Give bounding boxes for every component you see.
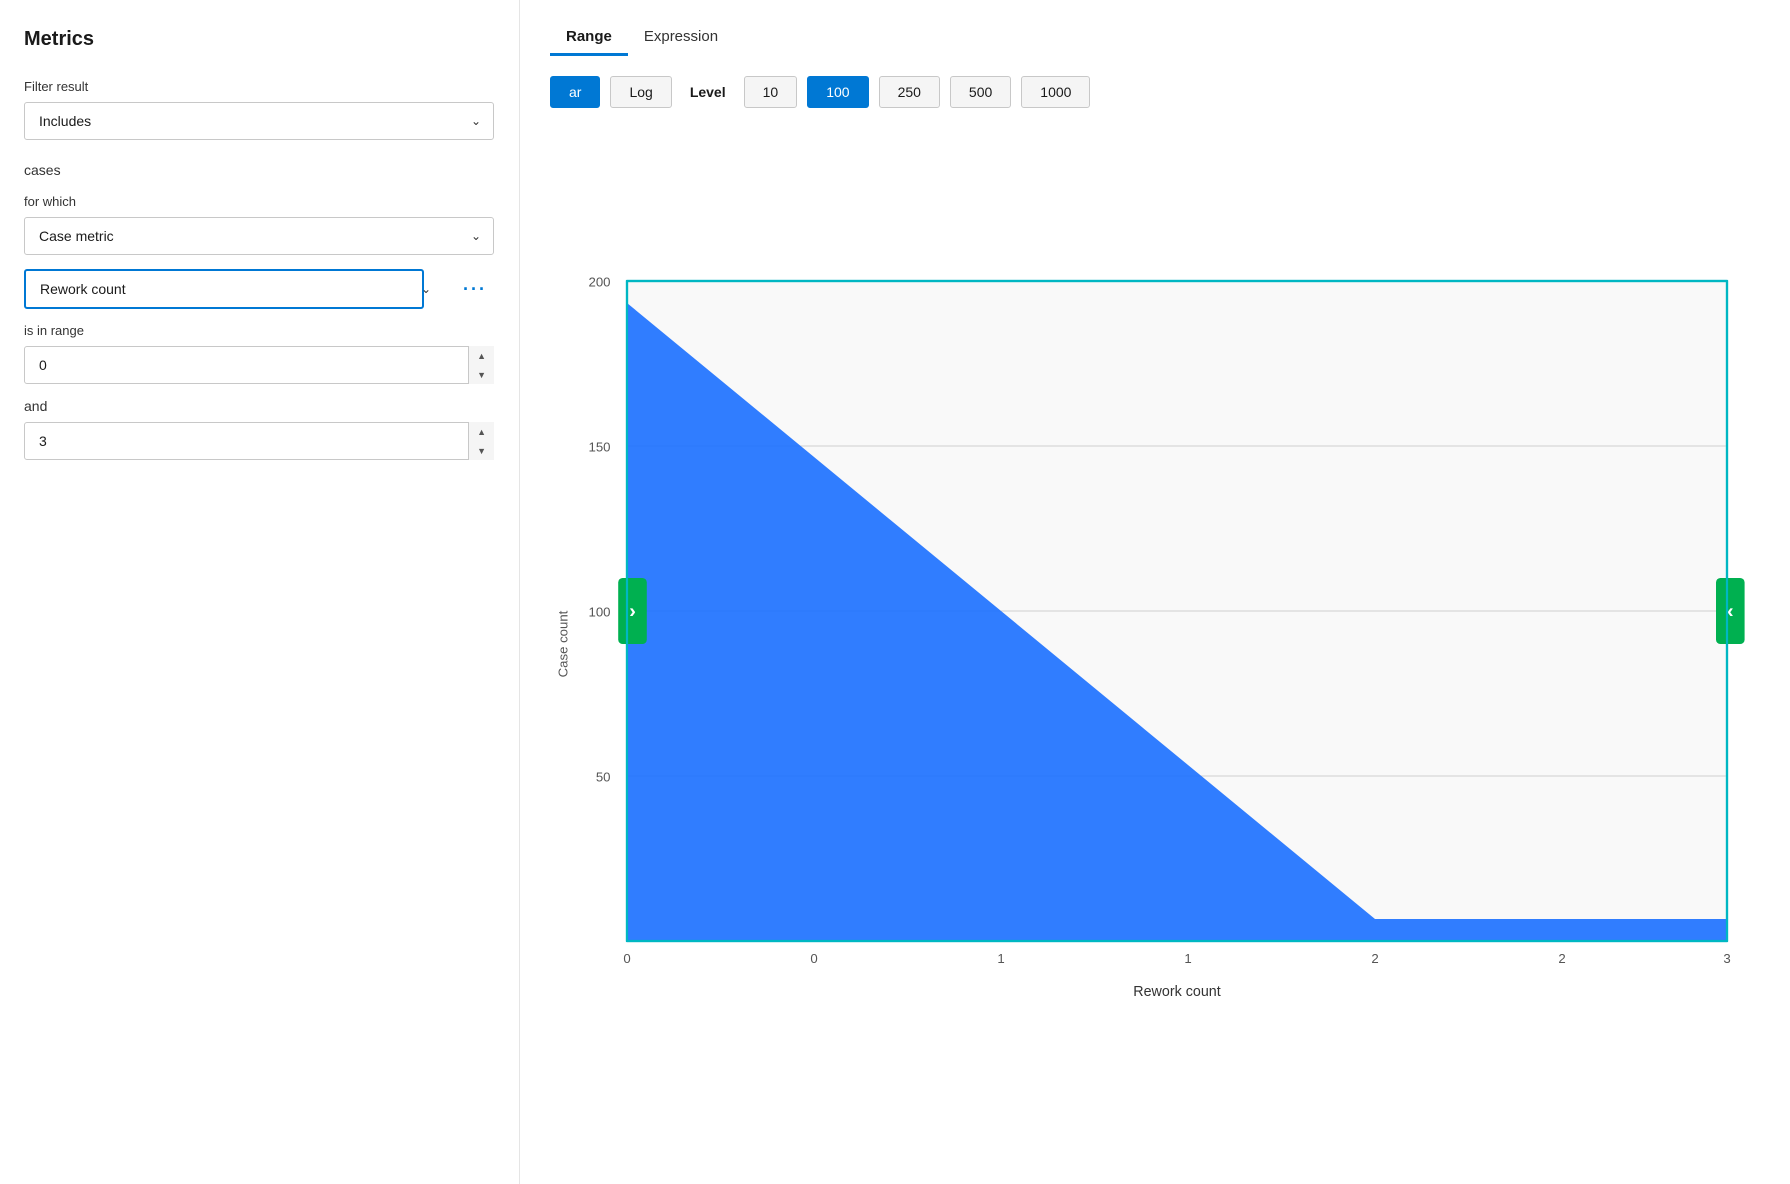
- tab-range[interactable]: Range: [550, 20, 628, 56]
- chart-container: 200 150 100 50 Case count 0 0 1 1 2 2 3 …: [550, 124, 1760, 1164]
- toolbar: ar Log Level 10 100 250 500 1000: [550, 76, 1760, 108]
- left-handle-arrow: ›: [629, 601, 636, 623]
- x-axis-label: Rework count: [1133, 984, 1220, 1000]
- range-min-input[interactable]: [24, 346, 494, 384]
- is-in-range-label: is in range: [24, 323, 495, 338]
- level-label: Level: [690, 84, 726, 100]
- range-min-up-button[interactable]: ▲: [469, 346, 494, 365]
- left-panel: Metrics Filter result Includes ⌄ cases f…: [0, 0, 520, 1184]
- tabs: Range Expression: [550, 20, 1760, 56]
- range-max-up-button[interactable]: ▲: [469, 422, 494, 441]
- range-min-spin-buttons: ▲ ▼: [468, 346, 494, 384]
- case-metric-select[interactable]: Case metric: [24, 217, 494, 255]
- metric-row: Rework count ⌄ ···: [24, 269, 495, 309]
- range-max-spinbox-wrapper: ▲ ▼: [24, 422, 494, 460]
- right-panel: Range Expression ar Log Level 10 100 250…: [520, 0, 1790, 1184]
- level-btn-10[interactable]: 10: [744, 76, 798, 108]
- metric-ellipsis-button[interactable]: ···: [455, 275, 495, 304]
- level-btn-500[interactable]: 500: [950, 76, 1011, 108]
- y-axis-label: Case count: [556, 610, 571, 677]
- y-tick-100: 100: [588, 605, 610, 620]
- chart-svg: 200 150 100 50 Case count 0 0 1 1 2 2 3 …: [550, 124, 1760, 1164]
- cases-text: cases: [24, 162, 495, 178]
- x-tick-1b: 1: [1184, 951, 1191, 966]
- level-btn-1000[interactable]: 1000: [1021, 76, 1090, 108]
- x-tick-3: 3: [1723, 951, 1730, 966]
- y-tick-150: 150: [588, 440, 610, 455]
- metric-select-wrapper: Rework count ⌄: [24, 269, 445, 309]
- range-max-input[interactable]: [24, 422, 494, 460]
- x-tick-2b: 2: [1558, 951, 1565, 966]
- range-max-down-button[interactable]: ▼: [469, 441, 494, 460]
- level-btn-100[interactable]: 100: [807, 76, 868, 108]
- x-tick-1a: 1: [997, 951, 1004, 966]
- btn-ar[interactable]: ar: [550, 76, 600, 108]
- filter-result-select-wrapper: Includes ⌄: [24, 102, 495, 140]
- y-tick-200: 200: [588, 275, 610, 290]
- and-label: and: [24, 398, 495, 414]
- x-tick-0b: 0: [810, 951, 817, 966]
- range-min-down-button[interactable]: ▼: [469, 365, 494, 384]
- x-tick-2a: 2: [1371, 951, 1378, 966]
- filter-result-select[interactable]: Includes: [24, 102, 494, 140]
- x-tick-0a: 0: [623, 951, 630, 966]
- filter-result-label: Filter result: [24, 79, 495, 94]
- y-tick-50: 50: [596, 770, 611, 785]
- tab-expression[interactable]: Expression: [628, 20, 734, 56]
- case-metric-select-wrapper: Case metric ⌄: [24, 217, 495, 255]
- for-which-label: for which: [24, 194, 495, 209]
- level-btn-250[interactable]: 250: [879, 76, 940, 108]
- metric-select[interactable]: Rework count: [24, 269, 424, 309]
- range-min-spinbox-wrapper: ▲ ▼: [24, 346, 494, 384]
- range-max-spin-buttons: ▲ ▼: [468, 422, 494, 460]
- btn-log[interactable]: Log: [610, 76, 671, 108]
- panel-title: Metrics: [24, 28, 495, 51]
